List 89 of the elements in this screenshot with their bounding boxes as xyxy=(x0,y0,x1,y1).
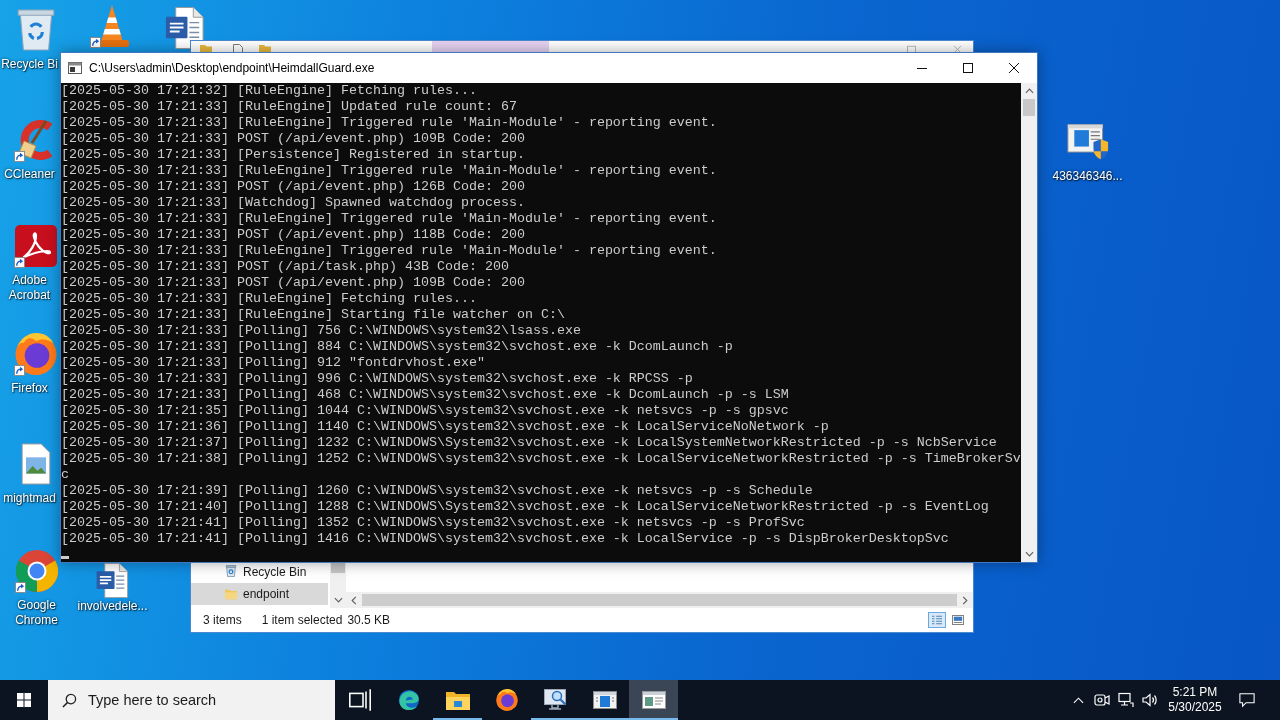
task-view-icon xyxy=(347,689,372,711)
nav-item[interactable]: endpoint xyxy=(191,583,328,605)
console-line: [2025-05-30 17:21:33] POST (/api/task.php) 43B Code: 200 xyxy=(61,259,510,275)
chevron-up-icon xyxy=(1072,696,1084,704)
close-icon xyxy=(1009,63,1019,73)
details-view-button[interactable] xyxy=(928,612,946,628)
console-line: [2025-05-30 17:21:33] POST (/api/event.php) 109B Code: 200 xyxy=(61,275,526,291)
window-title: C:\Users\admin\Desktop\endpoint\HeimdallGuard.exe xyxy=(89,61,376,75)
console-line: [2025-05-30 17:21:38] [Polling] 1252 C:\WINDOWS\system32\svchost.exe -k LocalServiceNetworkRestricted -p -s TimeBrokerSvc xyxy=(61,451,1021,483)
fox-globe-icon[interactable] xyxy=(15,333,57,375)
console-line: [2025-05-30 17:21:33] [Persistence] Registered in startup. xyxy=(61,147,526,163)
desktop-icon-label[interactable]: Recycle Bi xyxy=(0,57,59,72)
desktop-icon-label[interactable]: CCleaner xyxy=(0,167,59,182)
vertical-scrollbar[interactable] xyxy=(1021,83,1037,562)
maximize-icon[interactable] xyxy=(907,44,916,53)
console-line: [2025-05-30 17:21:33] [RuleEngine] Triggered rule 'Main-Module' - reporting event. xyxy=(61,243,718,259)
console-line: [2025-05-30 17:21:33] [Polling] 884 C:\WINDOWS\system32\svchost.exe -k DcomLaunch -p xyxy=(61,339,734,355)
chevron-down-icon[interactable] xyxy=(333,597,343,603)
document-icon[interactable] xyxy=(164,7,206,49)
swirl-browser-icon xyxy=(396,689,421,711)
scrollbar-thumb[interactable] xyxy=(362,594,957,606)
chevron-right-icon[interactable] xyxy=(962,595,968,605)
console-line: [2025-05-30 17:21:35] [Polling] 1044 C:\WINDOWS\system32\svchost.exe -k netsvcs -p -s gpsvc xyxy=(61,403,790,419)
desktop-icon-label[interactable]: 436346346... xyxy=(1052,169,1123,184)
console-line: [2025-05-30 17:21:39] [Polling] 1260 C:\WINDOWS\system32\svchost.exe -k netsvcs -p -s Schedule xyxy=(61,483,814,499)
horizontal-scrollbar[interactable] xyxy=(346,592,973,608)
console-app-icon xyxy=(67,60,83,76)
windows-logo-icon xyxy=(17,693,31,707)
search-bar[interactable]: Type here to search xyxy=(48,680,335,720)
camera-icon xyxy=(1094,692,1110,708)
desktop-icon-label[interactable]: mightmad xyxy=(0,491,59,506)
search-icon xyxy=(62,692,77,708)
item-count: 3 items xyxy=(203,613,242,627)
window-icon xyxy=(592,689,617,711)
console-line: [2025-05-30 17:21:33] [RuleEngine] Starting file watcher on C:\ xyxy=(61,307,566,323)
tiles-view-button[interactable] xyxy=(949,612,967,628)
desktop-icon-label[interactable]: Firefox xyxy=(0,381,59,396)
desktop-icon-label[interactable]: involvedele... xyxy=(77,599,148,614)
folder-icon xyxy=(225,588,237,600)
console-line: [2025-05-30 17:21:33] [Polling] 912 "fontdrvhost.exe" xyxy=(61,355,486,371)
console-line: [2025-05-30 17:21:33] [RuleEngine] Triggered rule 'Main-Module' - reporting event. xyxy=(61,163,718,179)
console-line: [2025-05-30 17:21:41] [Polling] 1352 C:\WINDOWS\system32\svchost.exe -k netsvcs -p -s ProfSvc xyxy=(61,515,806,531)
console-line: [2025-05-30 17:21:41] [Polling] 1416 C:\WINDOWS\system32\svchost.exe -k LocalService -p -s DispBrokerDesktopSvc xyxy=(61,531,950,547)
console-line: [2025-05-30 17:21:33] [Watchdog] Spawned watchdog process. xyxy=(61,195,526,211)
fox-globe-icon xyxy=(494,689,519,711)
selection-status: 1 item selected xyxy=(261,613,343,627)
console-line: [2025-05-30 17:21:32] [RuleEngine] Fetching rules... xyxy=(61,83,478,99)
console-line: [2025-05-30 17:21:40] [Polling] 1288 C:\WINDOWS\System32\svchost.exe -k LocalServiceNetworkRestricted -p -s EventLog xyxy=(61,499,990,515)
console-line: [2025-05-30 17:21:36] [Polling] 1140 C:\WINDOWS\system32\svchost.exe -k LocalServiceNoNetwork -p xyxy=(61,419,830,435)
console-line: [2025-05-30 17:21:33] POST (/api/event.php) 118B Code: 200 xyxy=(61,227,526,243)
console-line: [2025-05-30 17:21:33] [RuleEngine] Fetching rules... xyxy=(61,291,478,307)
taskbar-app-button[interactable] xyxy=(629,680,678,720)
console-line: [2025-05-30 17:21:33] [Polling] 756 C:\WINDOWS\system32\lsass.exe xyxy=(61,323,582,339)
vertical-scrollbar[interactable] xyxy=(330,563,346,608)
chevron-up-icon[interactable] xyxy=(1024,88,1034,94)
taskbar-clock[interactable]: 5:21 PM 5/30/2025 xyxy=(1162,680,1228,720)
network-icon xyxy=(1118,692,1134,708)
speaker-icon xyxy=(1142,692,1158,708)
pdf-app-icon[interactable] xyxy=(15,225,57,267)
maximize-icon xyxy=(963,63,973,73)
file-size: 30.5 KB xyxy=(347,613,391,627)
console-line: [2025-05-30 17:21:33] [RuleEngine] Triggered rule 'Main-Module' - reporting event. xyxy=(61,211,718,227)
console-line: [2025-05-30 17:21:33] [RuleEngine] Updated rule count: 67 xyxy=(61,99,518,115)
round-browser-icon[interactable] xyxy=(15,550,58,592)
document-icon[interactable] xyxy=(95,563,130,598)
scrollbar-thumb[interactable] xyxy=(331,563,345,573)
console-line: [2025-05-30 17:21:33] POST (/api/event.php) 109B Code: 200 xyxy=(61,131,526,147)
desktop-icon-label[interactable]: Adobe Acrobat xyxy=(0,273,59,303)
console-line: [2025-05-30 17:21:37] [Polling] 1232 C:\WINDOWS\System32\svchost.exe -k LocalSystemNetworkRestricted -p -s NcbService xyxy=(61,435,998,451)
console-line: [2025-05-30 17:21:33] [RuleEngine] Triggered rule 'Main-Module' - reporting event. xyxy=(61,115,718,131)
recycle-bin-icon xyxy=(225,565,237,577)
close-icon[interactable] xyxy=(953,44,962,53)
console-line: [2025-05-30 17:21:33] POST (/api/event.php) 126B Code: 200 xyxy=(61,179,526,195)
chevron-down-icon[interactable] xyxy=(1024,551,1034,557)
chevron-left-icon[interactable] xyxy=(351,595,357,605)
folder-icon xyxy=(445,689,470,711)
desktop-icon-label[interactable]: Google Chrome xyxy=(0,598,73,628)
console-line: [2025-05-30 17:21:33] [Polling] 996 C:\WINDOWS\system32\svchost.exe -k RPCSS -p xyxy=(61,371,694,387)
large-icons-icon xyxy=(952,615,964,625)
window-icon xyxy=(641,689,666,711)
search-input[interactable]: Type here to search xyxy=(88,692,318,708)
magnifier-monitor-icon xyxy=(543,689,568,711)
speech-bubble-icon xyxy=(1239,692,1255,708)
scrollbar-thumb[interactable] xyxy=(1023,99,1035,116)
nav-item[interactable]: Recycle Bin xyxy=(191,564,328,583)
recycle-bin-icon[interactable] xyxy=(15,9,57,51)
cursor-icon xyxy=(61,556,69,559)
console-line: [2025-05-30 17:21:33] [Polling] 468 C:\WINDOWS\system32\svchost.exe -k DcomLaunch -p -s LSM xyxy=(61,387,790,403)
details-list-icon xyxy=(931,615,943,625)
